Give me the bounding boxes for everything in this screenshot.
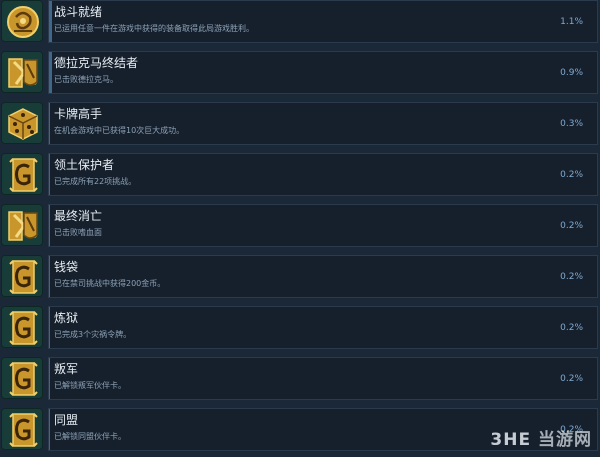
progress-bar: 领土保护者 已完成所有22项挑战。 0.2%	[48, 153, 598, 196]
achievement-percent: 0.3%	[560, 119, 583, 129]
progress-fill	[49, 52, 52, 93]
progress-fill	[49, 409, 50, 450]
progress-fill	[49, 154, 50, 195]
achievement-description: 已完成所有22项挑战。	[54, 177, 137, 186]
watermark: 3HE 当游网	[490, 430, 592, 450]
progress-bar: 炼狱 已完成3个灾祸令牌。 0.2%	[48, 306, 598, 349]
gold-card-icon	[1, 357, 43, 399]
achievement-description: 已解锁叛军伙伴卡。	[54, 381, 126, 390]
achievement-percent: 0.2%	[560, 323, 583, 333]
dice-icon	[1, 102, 43, 144]
progress-bar: 叛军 已解锁叛军伙伴卡。 0.2%	[48, 357, 598, 400]
progress-fill	[49, 307, 50, 348]
achievement-name: 叛军	[54, 362, 79, 376]
progress-bar: 最终消亡 已击败嗜血面 0.2%	[48, 204, 598, 247]
achievement-name: 炼狱	[54, 311, 79, 325]
achievement-description: 已解锁同盟伙伴卡。	[54, 432, 126, 441]
achievement-row[interactable]: 钱袋 已在禁司挑战中获得200金币。 0.2%	[0, 255, 600, 304]
gold-emblem-icon	[1, 0, 43, 42]
progress-fill	[49, 103, 50, 144]
gold-card-icon	[1, 153, 43, 195]
progress-bar: 德拉克马终结者 已击败德拉克马。 0.9%	[48, 51, 598, 94]
achievement-name: 钱袋	[54, 260, 79, 274]
achievement-name: 同盟	[54, 413, 79, 427]
swords-shield-icon	[1, 51, 43, 93]
watermark-text: 当游网	[538, 430, 592, 450]
gold-card-icon	[1, 306, 43, 348]
achievement-percent: 0.2%	[560, 374, 583, 384]
watermark-logo: 3HE	[490, 430, 532, 450]
progress-bar: 钱袋 已在禁司挑战中获得200金币。 0.2%	[48, 255, 598, 298]
achievement-name: 最终消亡	[54, 209, 103, 223]
gold-card-icon	[1, 255, 43, 297]
achievement-name: 德拉克马终结者	[54, 56, 139, 70]
achievement-description: 已在禁司挑战中获得200金币。	[54, 279, 166, 288]
progress-bar: 卡牌高手 在机会游戏中已获得10次巨大成功。 0.3%	[48, 102, 598, 145]
swords-shield-icon	[1, 204, 43, 246]
achievement-name: 领土保护者	[54, 158, 115, 172]
achievement-row[interactable]: 最终消亡 已击败嗜血面 0.2%	[0, 204, 600, 253]
progress-fill	[49, 205, 50, 246]
achievement-percent: 1.1%	[560, 17, 583, 27]
progress-fill	[49, 358, 50, 399]
achievement-percent: 0.2%	[560, 221, 583, 231]
achievement-row[interactable]: 德拉克马终结者 已击败德拉克马。 0.9%	[0, 51, 600, 100]
achievement-description: 已击败嗜血面	[54, 228, 102, 237]
progress-fill	[49, 1, 52, 42]
gold-card-icon	[1, 408, 43, 450]
progress-bar: 战斗就绪 已运用任意一件在游戏中获得的装备取得此局游戏胜利。 1.1%	[48, 0, 598, 43]
progress-fill	[49, 256, 50, 297]
achievement-percent: 0.9%	[560, 68, 583, 78]
achievement-row[interactable]: 叛军 已解锁叛军伙伴卡。 0.2%	[0, 357, 600, 406]
achievement-name: 卡牌高手	[54, 107, 103, 121]
achievement-description: 已击败德拉克马。	[54, 75, 118, 84]
achievement-percent: 0.2%	[560, 272, 583, 282]
achievement-row[interactable]: 领土保护者 已完成所有22项挑战。 0.2%	[0, 153, 600, 202]
achievement-percent: 0.2%	[560, 170, 583, 180]
achievement-description: 在机会游戏中已获得10次巨大成功。	[54, 126, 185, 135]
achievement-name: 战斗就绪	[54, 5, 103, 19]
achievement-row[interactable]: 卡牌高手 在机会游戏中已获得10次巨大成功。 0.3%	[0, 102, 600, 151]
achievement-row[interactable]: 炼狱 已完成3个灾祸令牌。 0.2%	[0, 306, 600, 355]
achievement-description: 已运用任意一件在游戏中获得的装备取得此局游戏胜利。	[54, 24, 254, 33]
achievement-row[interactable]: 战斗就绪 已运用任意一件在游戏中获得的装备取得此局游戏胜利。 1.1%	[0, 0, 600, 49]
achievement-description: 已完成3个灾祸令牌。	[54, 330, 132, 339]
